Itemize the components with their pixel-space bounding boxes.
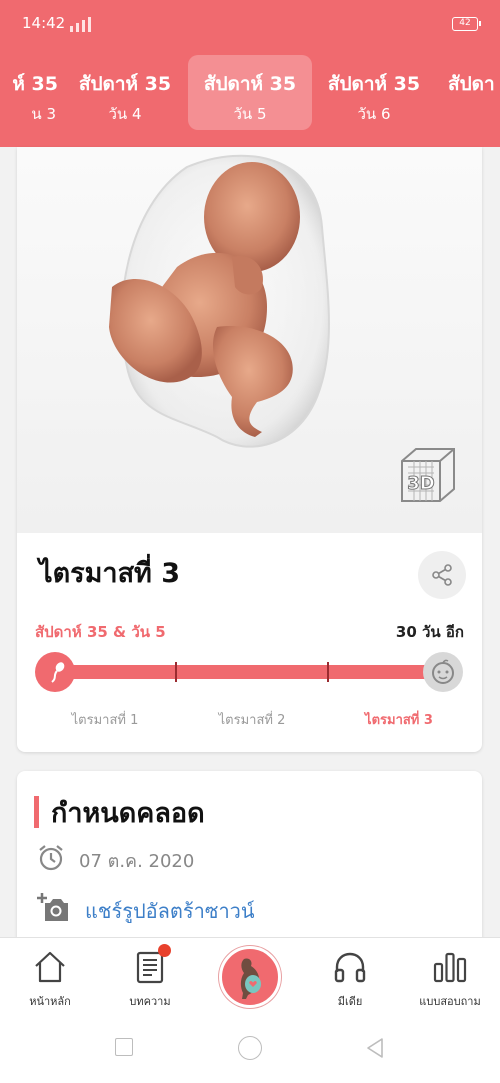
home-button-icon[interactable] (238, 1036, 262, 1060)
day-tab-day: วัน 6 (357, 105, 391, 123)
cube-3d-icon: 3D (401, 448, 455, 502)
progress-tick (327, 662, 329, 682)
back-icon[interactable] (364, 1036, 386, 1060)
day-tab-week: สัปดาห์ 35 (203, 73, 297, 95)
day-tab-day: วัน 5 (233, 105, 267, 123)
nav-poll[interactable]: แบบสอบถาม (400, 938, 500, 1018)
share-button[interactable] (418, 551, 466, 599)
trimester-label-1: ไตรมาสที่ 1 (71, 713, 139, 728)
sperm-icon (35, 652, 75, 692)
week-day-label: สัปดาห์ 35 & วัน 5 (35, 623, 166, 641)
nav-poll-label: แบบสอบถาม (419, 995, 481, 1008)
day-tab-selected[interactable]: สัปดาห์ 35 วัน 5 (188, 55, 312, 130)
nav-home[interactable]: หน้าหลัก (0, 938, 100, 1018)
recent-apps-icon[interactable] (115, 1038, 133, 1056)
add-photo-icon[interactable] (34, 889, 70, 923)
progress-tick (175, 662, 177, 682)
status-time: 14:42 (22, 14, 66, 32)
notification-badge (158, 944, 171, 957)
day-tab-week: สัปดา (448, 73, 495, 95)
day-tab[interactable]: สัปดาห์ 35 วัน 4 (63, 55, 187, 130)
status-bar: 14:42 42 (0, 0, 500, 48)
day-tabs: ห์ 35 น 3 สัปดาห์ 35 วัน 4 สัปดาห์ 35 วั… (0, 55, 500, 131)
signal-icon (70, 16, 100, 32)
share-icon (432, 564, 452, 586)
nav-articles[interactable]: บทความ (100, 938, 200, 1018)
baby-face-icon (423, 652, 463, 692)
home-icon (35, 951, 65, 983)
poll-icon (433, 952, 467, 983)
alarm-clock-icon (39, 845, 63, 871)
system-nav-bar (0, 1017, 500, 1083)
header: 14:42 42 ห์ 35 น 3 สัปดาห์ 35 วัน 4 สัปด… (0, 0, 500, 147)
battery-icon: 42 (452, 17, 481, 31)
view-3d-button[interactable]: 3D (394, 443, 460, 509)
pregnancy-progress-bar (55, 665, 447, 679)
day-tab-day: น 3 (31, 105, 56, 123)
fetus-illustration[interactable]: 3D (17, 147, 482, 533)
nav-articles-label: บทความ (129, 995, 171, 1008)
day-tab-week: สัปดาห์ 35 (327, 73, 421, 95)
share-ultrasound-link[interactable]: แชร์รูปอัลตร้าซาวน์ (85, 895, 255, 927)
trimester-title: ไตรมาสที่ 3 (39, 558, 181, 589)
day-tab-week: ห์ 35 (12, 73, 58, 95)
day-tab[interactable]: ห์ 35 น 3 (0, 55, 66, 130)
nav-media[interactable]: มีเดีย (300, 938, 400, 1018)
cube-3d-label: 3D (407, 473, 434, 494)
section-accent-bar (34, 796, 39, 828)
fetus-card: 3D ไตรมาสที่ 3 สัปดาห์ 35 & วัน 5 30 วัน… (17, 147, 482, 752)
trimester-label-2: ไตรมาสที่ 2 (218, 713, 286, 728)
pregnancy-center-button[interactable] (219, 946, 281, 1008)
day-tab-day: วัน 4 (108, 105, 142, 123)
day-tab-week: สัปดาห์ 35 (78, 73, 172, 95)
days-left: 30 วัน อีก (395, 623, 464, 641)
nav-media-label: มีเดีย (337, 995, 363, 1008)
nav-home-label: หน้าหลัก (29, 995, 71, 1008)
day-tab[interactable]: สัปดา (440, 55, 500, 130)
due-date-title: กำหนดคลอด (51, 798, 205, 829)
due-date-value: 07 ต.ค. 2020 (79, 851, 195, 872)
day-tab[interactable]: สัปดาห์ 35 วัน 6 (312, 55, 436, 130)
pregnancy-icon (240, 958, 261, 999)
due-date-card: กำหนดคลอด 07 ต.ค. 2020 แชร์รูปอัลตร้าซาว… (17, 771, 482, 951)
trimester-label-3: ไตรมาสที่ 3 (365, 713, 433, 728)
headphones-icon (334, 952, 366, 983)
